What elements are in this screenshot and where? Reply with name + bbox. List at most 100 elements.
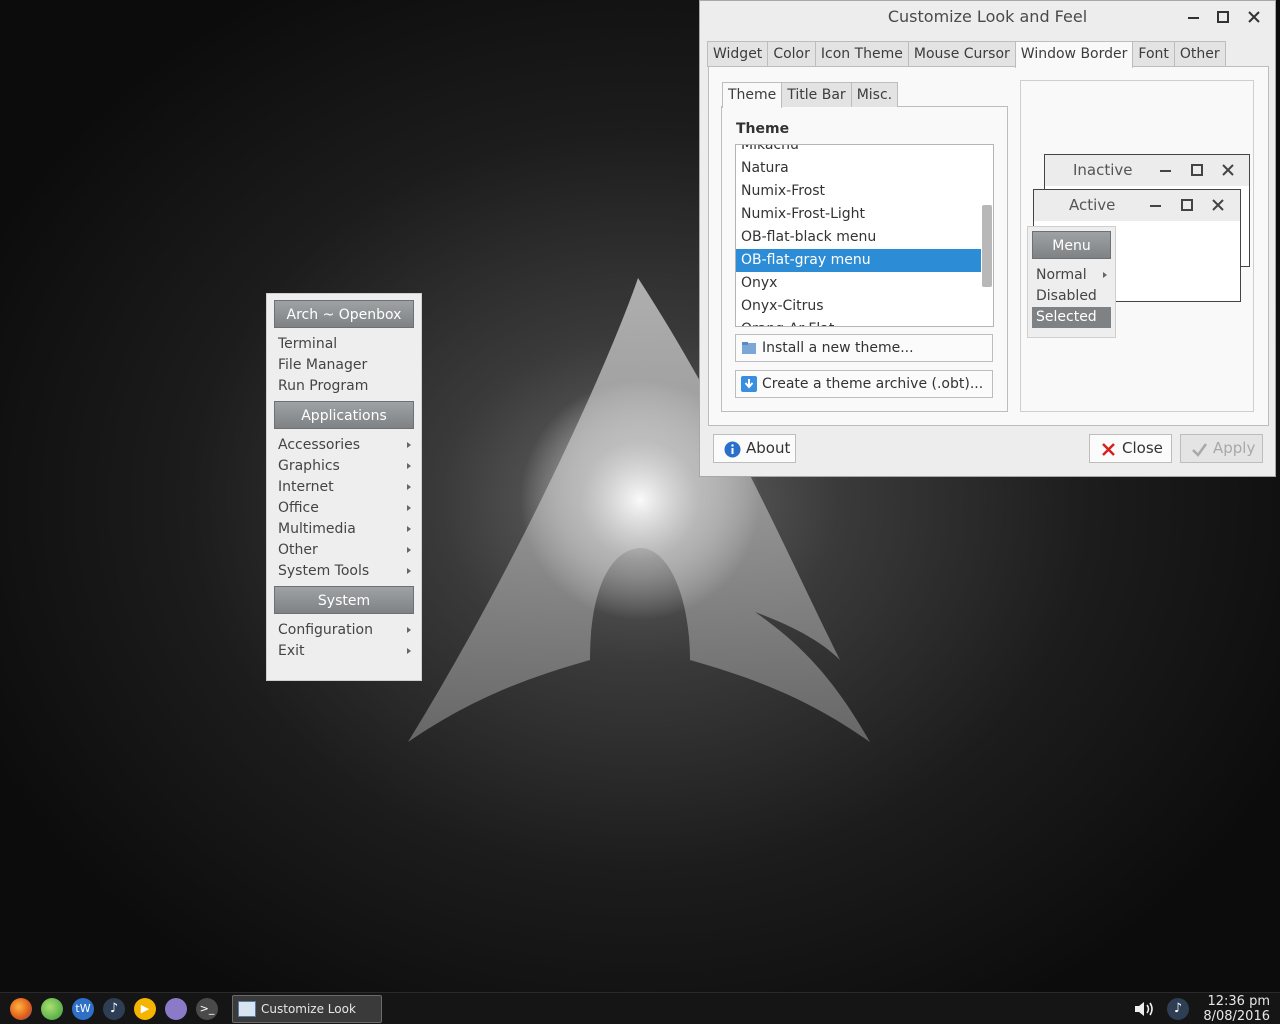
tab-window-border[interactable]: Window Border — [1014, 41, 1134, 68]
menu-item-label: Exit — [278, 643, 305, 659]
tab-color[interactable]: Color — [767, 41, 816, 67]
dialog-titlebar[interactable]: Customize Look and Feel — [700, 1, 1275, 33]
preview-menu-disabled: Disabled — [1036, 288, 1097, 304]
minimize-icon[interactable] — [1185, 8, 1203, 26]
submenu-arrow-icon — [1103, 272, 1107, 278]
create-archive-button[interactable]: Create a theme archive (.obt)... — [735, 370, 993, 398]
submenu-arrow-icon — [407, 526, 411, 532]
preview-inactive-title: Inactive — [1073, 161, 1133, 179]
theme-list-scrollbar[interactable] — [982, 205, 992, 287]
menu-item-label: Other — [278, 542, 318, 558]
close-icon — [1222, 164, 1234, 176]
subtab-theme[interactable]: Theme — [722, 82, 783, 108]
menu-item-exit[interactable]: Exit — [274, 641, 414, 662]
menu-item-label: Configuration — [278, 622, 373, 638]
about-button[interactable]: About — [713, 434, 796, 463]
menu-item-graphics[interactable]: Graphics — [274, 456, 414, 477]
theme-row-numix-frost[interactable]: Numix-Frost — [736, 180, 981, 203]
minimize-icon — [1160, 170, 1171, 172]
submenu-arrow-icon — [407, 505, 411, 511]
taskbar-task-customize[interactable]: Customize Look an... — [232, 995, 382, 1023]
submenu-arrow-icon — [407, 627, 411, 633]
checkmark-icon — [1192, 443, 1208, 457]
media-player-icon[interactable]: ▶ — [134, 998, 156, 1020]
menu-item-system-tools[interactable]: System Tools — [274, 561, 414, 582]
clock[interactable]: 12:36 pm 8/08/2016 — [1203, 994, 1270, 1024]
theme-row-natura[interactable]: Natura — [736, 157, 981, 180]
close-icon[interactable] — [1245, 8, 1263, 26]
folder-icon — [742, 342, 756, 354]
close-x-icon — [1102, 443, 1115, 456]
close-icon — [1212, 199, 1224, 211]
tab-mouse-cursor[interactable]: Mouse Cursor — [907, 41, 1016, 67]
theme-row-ob-flat-gray-menu-selected[interactable]: OB-flat-gray menu — [736, 249, 981, 272]
tab-other[interactable]: Other — [1173, 41, 1226, 67]
menu-header-arch: Arch ~ Openbox — [274, 300, 414, 328]
terminal-icon[interactable]: >_ — [196, 998, 218, 1020]
theme-list[interactable]: Mikachu Natura Numix-Frost Numix-Frost-L… — [735, 144, 994, 327]
install-theme-label: Install a new theme... — [762, 340, 914, 356]
menu-item-other[interactable]: Other — [274, 540, 414, 561]
subtab-title-bar[interactable]: Title Bar — [781, 82, 852, 107]
menu-item-terminal[interactable]: Terminal — [274, 334, 414, 355]
web-browser-icon[interactable] — [41, 998, 63, 1020]
window-border-subtabs: Theme Title Bar Misc. — [722, 82, 899, 108]
maximize-icon — [1181, 199, 1193, 211]
file-manager-icon[interactable] — [165, 998, 187, 1020]
menu-item-configuration[interactable]: Configuration — [274, 620, 414, 641]
theme-row-onyx-citrus[interactable]: Onyx-Citrus — [736, 295, 981, 318]
close-label: Close — [1122, 439, 1163, 457]
tab-icon-theme[interactable]: Icon Theme — [814, 41, 909, 67]
tab-widget[interactable]: Widget — [707, 41, 769, 67]
install-theme-button[interactable]: Install a new theme... — [735, 334, 993, 362]
theme-row-mikachu[interactable]: Mikachu — [736, 145, 981, 157]
submenu-arrow-icon — [407, 463, 411, 469]
submenu-arrow-icon — [407, 568, 411, 574]
maximize-icon — [1191, 164, 1203, 176]
submenu-arrow-icon — [407, 442, 411, 448]
theme-row-numix-frost-light[interactable]: Numix-Frost-Light — [736, 203, 981, 226]
preview-menu: Menu Normal Disabled Selected — [1027, 226, 1116, 338]
submenu-arrow-icon — [407, 547, 411, 553]
music-icon[interactable]: ♪ — [103, 998, 125, 1020]
music-tray-icon[interactable]: ♪ — [1167, 998, 1189, 1020]
taskbar: tW ♪ ▶ >_ Customize Look an... ♪ 12:36 p… — [0, 992, 1280, 1024]
menu-header-applications: Applications — [274, 401, 414, 429]
theme-row-orang-ar-flat[interactable]: Orang-Ar-Flat — [736, 318, 981, 326]
info-icon — [724, 441, 741, 458]
menu-item-label: Graphics — [278, 458, 340, 474]
preview-active-title: Active — [1069, 196, 1116, 214]
maximize-icon[interactable] — [1214, 8, 1232, 26]
menu-item-file-manager[interactable]: File Manager — [274, 355, 414, 376]
about-label: About — [746, 439, 791, 457]
main-tabs: Widget Color Icon Theme Mouse Cursor Win… — [707, 41, 1226, 68]
theme-row-onyx[interactable]: Onyx — [736, 272, 981, 295]
window-icon — [238, 1001, 256, 1017]
theme-row-ob-flat-black-menu[interactable]: OB-flat-black menu — [736, 226, 981, 249]
theme-section-label: Theme — [736, 121, 790, 137]
preview-menu-label: Normal — [1036, 267, 1087, 283]
menu-item-label: Office — [278, 500, 319, 516]
menu-item-office[interactable]: Office — [274, 498, 414, 519]
menu-item-accessories[interactable]: Accessories — [274, 435, 414, 456]
menu-item-label: Internet — [278, 479, 334, 495]
menu-item-label: Multimedia — [278, 521, 356, 537]
openbox-root-menu: Arch ~ Openbox Terminal File Manager Run… — [266, 293, 422, 681]
clock-time: 12:36 pm — [1207, 994, 1270, 1009]
tw-icon[interactable]: tW — [72, 998, 94, 1020]
preview-menu-normal: Normal — [1032, 265, 1111, 286]
tab-font[interactable]: Font — [1132, 41, 1175, 67]
firefox-icon[interactable] — [10, 998, 32, 1020]
menu-item-run-program[interactable]: Run Program — [274, 376, 414, 397]
volume-icon[interactable] — [1133, 1000, 1155, 1018]
menu-item-multimedia[interactable]: Multimedia — [274, 519, 414, 540]
preview-menu-header: Menu — [1032, 231, 1111, 259]
menu-item-internet[interactable]: Internet — [274, 477, 414, 498]
taskbar-task-label: Customize Look an... — [261, 1002, 356, 1016]
apply-button[interactable]: Apply — [1180, 434, 1263, 463]
close-button[interactable]: Close — [1089, 434, 1172, 463]
subtab-misc[interactable]: Misc. — [850, 82, 899, 107]
menu-item-label: System Tools — [278, 563, 370, 579]
preview-menu-selected: Selected — [1032, 307, 1111, 328]
submenu-arrow-icon — [407, 648, 411, 654]
